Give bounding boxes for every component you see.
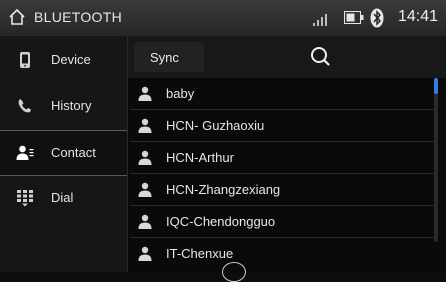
list-item[interactable]: IT-Chenxue: [128, 238, 436, 270]
sidebar-item-label: History: [51, 98, 92, 113]
contact-panel: Sync baby HCN- Guzhaoxiu HCN-Arthur HCN-…: [128, 36, 446, 272]
contact-name: HCN-Arthur: [166, 150, 234, 165]
contact-list: baby HCN- Guzhaoxiu HCN-Arthur HCN-Zhang…: [128, 78, 436, 272]
contact-name: IT-Chenxue: [166, 246, 234, 261]
contact-name: IQC-Chendongguo: [166, 214, 276, 229]
person-icon: [138, 150, 152, 165]
handset-icon: [18, 99, 31, 113]
sync-button-label: Sync: [150, 50, 179, 65]
scrollbar[interactable]: [434, 78, 438, 242]
home-icon[interactable]: [8, 8, 26, 26]
person-icon: [138, 214, 152, 229]
app-title: BLUETOOTH: [34, 9, 123, 25]
search-icon[interactable]: [303, 42, 337, 72]
home-handle[interactable]: [222, 262, 246, 282]
sidebar-item-label: Dial: [51, 190, 74, 205]
sidebar-item-contact[interactable]: Contact: [0, 130, 128, 176]
sidebar-item-history[interactable]: History: [0, 84, 128, 130]
list-item[interactable]: HCN- Guzhaoxiu: [128, 110, 436, 142]
list-item[interactable]: baby: [128, 78, 436, 110]
contact-name: HCN-Zhangzexiang: [166, 182, 281, 197]
contact-icon: [16, 145, 34, 160]
toolbar: Sync: [128, 36, 446, 78]
status-bar: BLUETOOTH 14:41: [0, 0, 446, 36]
sidebar-item-label: Contact: [51, 145, 96, 160]
phone-icon: [20, 52, 30, 68]
person-icon: [138, 182, 152, 197]
sync-button[interactable]: Sync: [134, 42, 204, 72]
sidebar-item-label: Device: [51, 52, 91, 67]
contact-name: baby: [166, 86, 195, 101]
keypad-icon: [17, 190, 33, 207]
clock: 14:41: [397, 8, 438, 25]
bluetooth-icon: [370, 8, 384, 28]
list-item[interactable]: HCN-Zhangzexiang: [128, 174, 436, 206]
scroll-thumb[interactable]: [434, 78, 438, 94]
signal-icon: [313, 12, 329, 26]
list-item[interactable]: HCN-Arthur: [128, 142, 436, 174]
person-icon: [138, 246, 152, 261]
sidebar-item-device[interactable]: Device: [0, 38, 128, 84]
sidebar: Device History Contact Dial: [0, 36, 128, 272]
sidebar-item-dial[interactable]: Dial: [0, 176, 128, 222]
person-icon: [138, 86, 152, 101]
battery-icon: [344, 11, 364, 24]
list-item[interactable]: IQC-Chendongguo: [128, 206, 436, 238]
person-icon: [138, 118, 152, 133]
contact-name: HCN- Guzhaoxiu: [166, 118, 265, 133]
